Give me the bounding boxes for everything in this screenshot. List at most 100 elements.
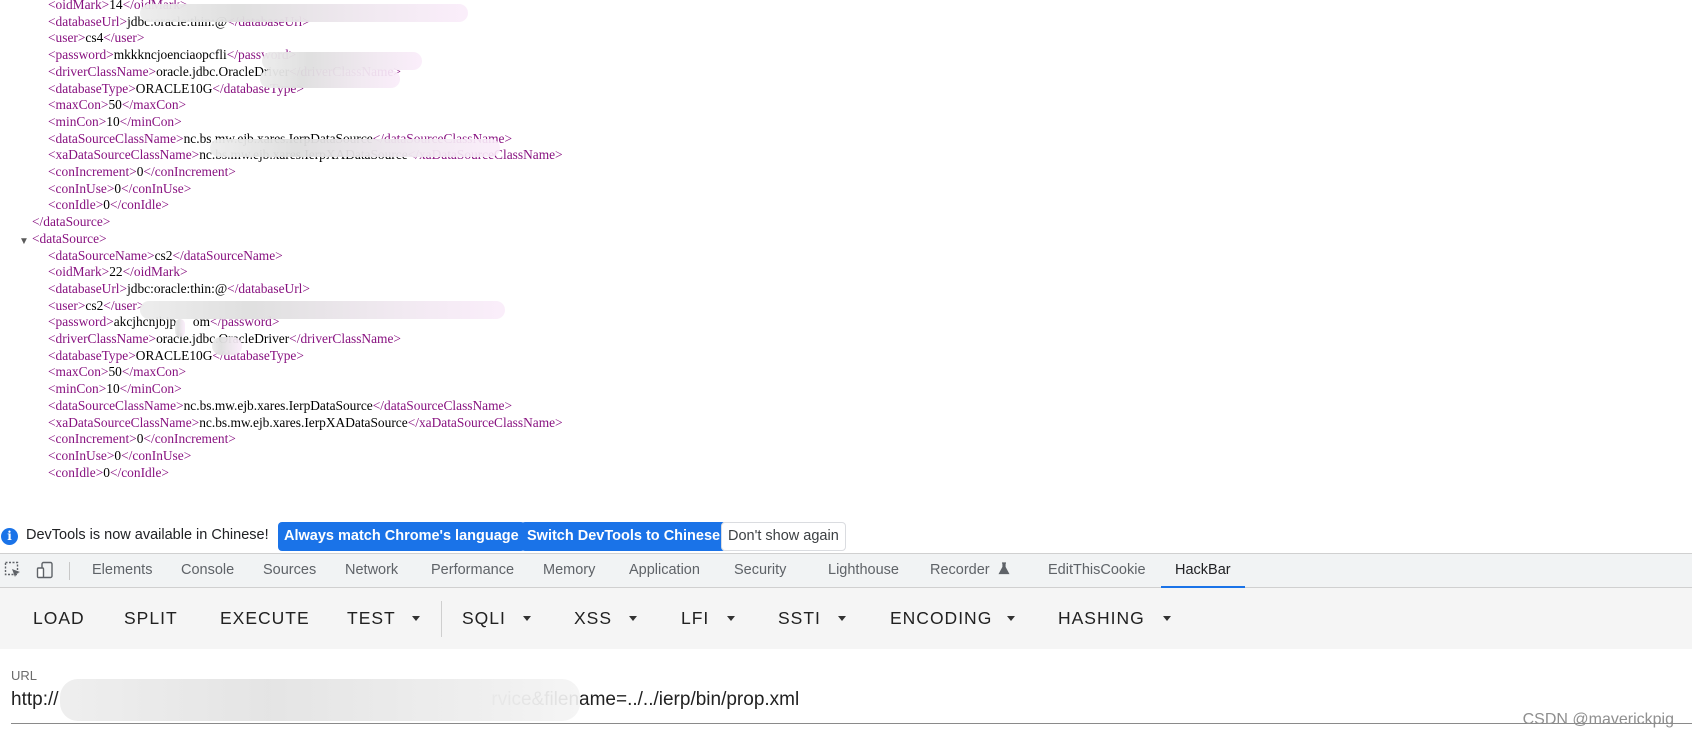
switch-to-chinese-button[interactable]: Switch DevTools to Chinese — [521, 522, 727, 551]
xml-tag: </databaseUrl> — [227, 280, 310, 296]
tab-network[interactable]: Network — [345, 554, 398, 588]
collapse-triangle-icon[interactable]: ▼ — [19, 233, 29, 251]
xml-line: <minCon>10</minCon> — [48, 113, 182, 131]
xml-text: cs2 — [154, 247, 173, 263]
tab-lighthouse[interactable]: Lighthouse — [828, 554, 899, 588]
device-toolbar-icon[interactable] — [36, 561, 54, 579]
tab-security[interactable]: Security — [734, 554, 786, 588]
xml-text: 10 — [106, 381, 120, 397]
tab-editthiscookie[interactable]: EditThisCookie — [1048, 554, 1146, 588]
tab-memory[interactable]: Memory — [543, 554, 595, 588]
xml-tag: </minCon> — [119, 113, 182, 129]
xml-tag: </conIdle> — [109, 197, 169, 213]
test-menu-button[interactable]: TEST — [347, 608, 396, 629]
encoding-menu-button[interactable]: ENCODING — [890, 608, 992, 629]
xml-tag: </dataSourceName> — [172, 247, 283, 263]
redaction-blur — [260, 70, 400, 88]
xml-tag: </minCon> — [119, 381, 182, 397]
redaction-blur — [210, 139, 500, 157]
ssti-menu-button[interactable]: SSTI — [778, 608, 821, 629]
xml-tag: <maxCon> — [48, 97, 109, 113]
redaction-blur — [212, 337, 242, 355]
xml-tag: </user> — [103, 30, 145, 46]
redaction-blur — [60, 679, 580, 721]
tab-application[interactable]: Application — [629, 554, 700, 588]
xml-line: <user>cs2</user> — [48, 297, 144, 315]
xml-line: <xaDataSourceClassName>nc.bs.mw.ejb.xare… — [48, 414, 563, 432]
xml-text: jdbc:oracle:thin:@ — [127, 280, 228, 296]
chevron-down-icon — [727, 616, 735, 621]
xml-tag: <xaDataSourceClassName> — [48, 414, 200, 430]
xml-line: <conIdle>0</conIdle> — [48, 196, 169, 214]
xml-tag: <driverClassName> — [48, 63, 157, 79]
chevron-down-icon — [629, 616, 637, 621]
tab-console[interactable]: Console — [181, 554, 234, 588]
split-button[interactable]: SPLIT — [124, 608, 178, 629]
infobar-message: DevTools is now available in Chinese! — [26, 527, 269, 543]
xml-line: <oidMark>22</oidMark> — [48, 263, 188, 281]
xml-tag: <xaDataSourceClassName> — [48, 147, 200, 163]
xml-line: <conIdle>0</conIdle> — [48, 464, 169, 482]
xml-line: <conIncrement>0</conIncrement> — [48, 430, 236, 448]
xml-line: <minCon>10</minCon> — [48, 380, 182, 398]
xml-tag: </xaDataSourceClassName> — [407, 414, 563, 430]
redaction-blur — [262, 52, 422, 70]
xml-line: <conInUse>0</conInUse> — [48, 447, 191, 465]
xml-text: nc.bs.mw.ejb.xares.IerpDataSource — [183, 397, 373, 413]
xml-tag: <password> — [48, 47, 114, 63]
xml-tag: </dataSourceClassName> — [372, 397, 513, 413]
chevron-down-icon — [523, 616, 531, 621]
xml-tag: <dataSourceName> — [48, 247, 155, 263]
execute-button[interactable]: EXECUTE — [220, 608, 310, 629]
lfi-menu-button[interactable]: LFI — [681, 608, 709, 629]
xml-tag: <minCon> — [48, 381, 107, 397]
redaction-blur — [140, 301, 505, 319]
xml-tag: </maxCon> — [121, 364, 187, 380]
toolbar-divider — [441, 601, 442, 637]
xml-text: cs2 — [85, 297, 104, 313]
xss-menu-button[interactable]: XSS — [574, 608, 612, 629]
toolbar-divider — [69, 562, 70, 580]
xml-tag: </user> — [103, 297, 145, 313]
xml-line: <dataSourceClassName>nc.bs.mw.ejb.xares.… — [48, 397, 512, 415]
tab-recorder[interactable]: Recorder — [930, 554, 1010, 588]
xml-tag: <conIdle> — [48, 464, 104, 480]
xml-text: 50 — [108, 364, 122, 380]
chevron-down-icon — [838, 616, 846, 621]
xml-tag: <conIdle> — [48, 197, 104, 213]
chevron-down-icon — [412, 616, 420, 621]
xml-tag: </oidMark> — [122, 264, 188, 280]
sqli-menu-button[interactable]: SQLI — [462, 608, 506, 629]
xml-tag: </conInUse> — [121, 447, 192, 463]
xml-line: <dataSourceName>cs2</dataSourceName> — [48, 247, 283, 265]
xml-viewer: ▼ <oidMark>14</oidMark><databaseUrl>jdbc… — [0, 0, 1692, 520]
devtools-tab-bar: Elements Console Sources Network Perform… — [0, 553, 1692, 588]
tab-performance[interactable]: Performance — [431, 554, 514, 588]
xml-tag: <dataSource> — [32, 230, 107, 246]
xml-line: <maxCon>50</maxCon> — [48, 96, 186, 114]
tab-sources[interactable]: Sources — [263, 554, 316, 588]
xml-tag: </conIncrement> — [143, 164, 236, 179]
load-button[interactable]: LOAD — [33, 608, 85, 629]
xml-tag: <minCon> — [48, 113, 107, 129]
tab-recorder-label: Recorder — [930, 562, 990, 578]
xml-text: 10 — [106, 113, 120, 129]
dont-show-again-button[interactable]: Don't show again — [721, 522, 846, 551]
tab-elements[interactable]: Elements — [92, 554, 152, 588]
hashing-menu-button[interactable]: HASHING — [1058, 608, 1145, 629]
tab-hackbar[interactable]: HackBar — [1161, 554, 1245, 588]
url-field-container: URL http:// rvice&filename=../../ierp/bi… — [0, 649, 1692, 741]
inspect-element-icon[interactable] — [4, 561, 22, 579]
xml-text: ORACLE10G — [135, 347, 213, 363]
xml-tag: <driverClassName> — [48, 331, 157, 346]
xml-text: 0 — [103, 197, 110, 213]
xml-tag: <maxCon> — [48, 364, 109, 380]
xml-tag: <databaseUrl> — [48, 13, 128, 29]
xml-tag: <user> — [48, 30, 86, 46]
xml-tag: <oidMark> — [48, 0, 110, 12]
url-label: URL — [11, 668, 38, 683]
xml-line: <conInUse>0</conInUse> — [48, 180, 191, 198]
xml-text: ORACLE10G — [135, 80, 213, 96]
xml-tag: <user> — [48, 297, 86, 313]
always-match-language-button[interactable]: Always match Chrome's language — [278, 522, 525, 551]
